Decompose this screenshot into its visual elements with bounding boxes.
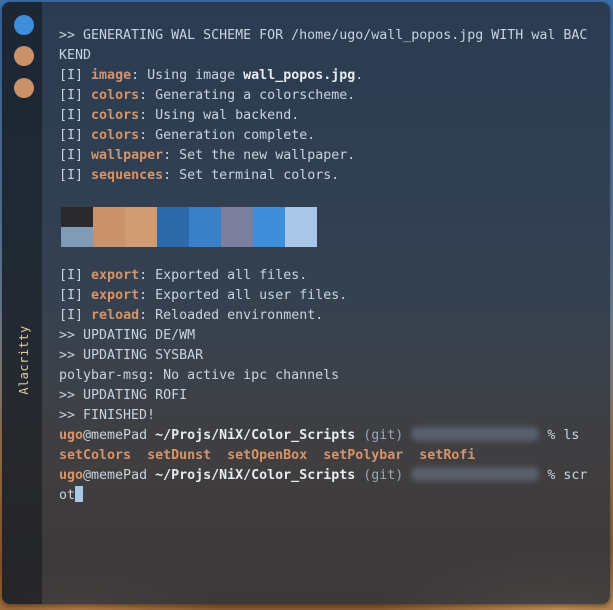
swatch-bottom <box>93 227 125 247</box>
file-entry: setColors <box>59 448 132 463</box>
swatch-bottom <box>61 227 93 247</box>
file-entry: setPolybar <box>323 448 404 463</box>
output-line: KEND <box>59 48 92 63</box>
swatch-top <box>189 207 221 227</box>
color-swatch <box>61 207 93 247</box>
command-input[interactable]: ot <box>59 486 599 506</box>
output-line: [I] reload: Reloaded environment. <box>59 308 324 323</box>
maximize-dot-icon[interactable] <box>14 78 34 98</box>
swatch-bottom <box>285 227 317 247</box>
shell-prompt: ugo@memePad ~/Projs/NiX/Color_Scripts (g… <box>59 467 588 483</box>
output-line: [I] image: Using image wall_popos.jpg. <box>59 68 364 83</box>
output-line: [I] colors: Generation complete. <box>59 128 316 143</box>
terminal-output[interactable]: >> GENERATING WAL SCHEME FOR /home/ugo/w… <box>59 26 599 506</box>
swatch-top <box>61 207 93 227</box>
output-line: >> GENERATING WAL SCHEME FOR /home/ugo/w… <box>59 28 588 43</box>
color-swatch <box>221 207 253 247</box>
window-sidebar: Alacritty <box>2 2 42 604</box>
swatch-bottom <box>125 227 157 247</box>
color-swatch <box>125 207 157 247</box>
output-line: >> UPDATING SYSBAR <box>59 348 204 363</box>
redacted-branch <box>411 467 540 481</box>
file-entry: setRofi <box>419 448 476 463</box>
close-dot-icon[interactable] <box>14 15 34 35</box>
text-cursor <box>75 486 84 502</box>
output-line: >> FINISHED! <box>59 408 156 423</box>
color-swatch <box>189 207 221 247</box>
color-swatch <box>285 207 317 247</box>
terminal-window[interactable]: Alacritty >> GENERATING WAL SCHEME FOR /… <box>2 2 610 604</box>
swatch-bottom <box>253 227 285 247</box>
shell-prompt: ugo@memePad ~/Projs/NiX/Color_Scripts (g… <box>59 427 580 443</box>
swatch-bottom <box>157 227 189 247</box>
minimize-dot-icon[interactable] <box>14 46 34 66</box>
output-line: [I] export: Exported all files. <box>59 268 308 283</box>
color-swatch <box>253 207 285 247</box>
output-line: [I] colors: Using wal backend. <box>59 108 300 123</box>
swatch-top <box>157 207 189 227</box>
output-line: [I] colors: Generating a colorscheme. <box>59 88 356 103</box>
file-entry: setOpenBox <box>227 448 308 463</box>
output-line: >> UPDATING DE/WM <box>59 328 196 343</box>
output-line: >> UPDATING ROFI <box>59 388 188 403</box>
color-swatch <box>93 207 125 247</box>
output-line: polybar-msg: No active ipc channels <box>59 368 340 383</box>
swatch-bottom <box>221 227 253 247</box>
swatch-bottom <box>189 227 221 247</box>
file-entry: setDunst <box>147 448 212 463</box>
output-line: [I] export: Exported all user files. <box>59 288 348 303</box>
swatch-top <box>285 207 317 227</box>
redacted-branch <box>411 427 540 441</box>
ls-output: setColors setDunst setOpenBox setPolybar… <box>59 446 599 466</box>
swatch-top <box>253 207 285 227</box>
output-line: [I] sequences: Set terminal colors. <box>59 168 340 183</box>
window-title: Alacritty <box>17 325 31 395</box>
output-line: [I] wallpaper: Set the new wallpaper. <box>59 148 356 163</box>
color-palette <box>61 207 317 247</box>
swatch-top <box>221 207 253 227</box>
color-swatch <box>157 207 189 247</box>
swatch-top <box>93 207 125 227</box>
swatch-top <box>125 207 157 227</box>
